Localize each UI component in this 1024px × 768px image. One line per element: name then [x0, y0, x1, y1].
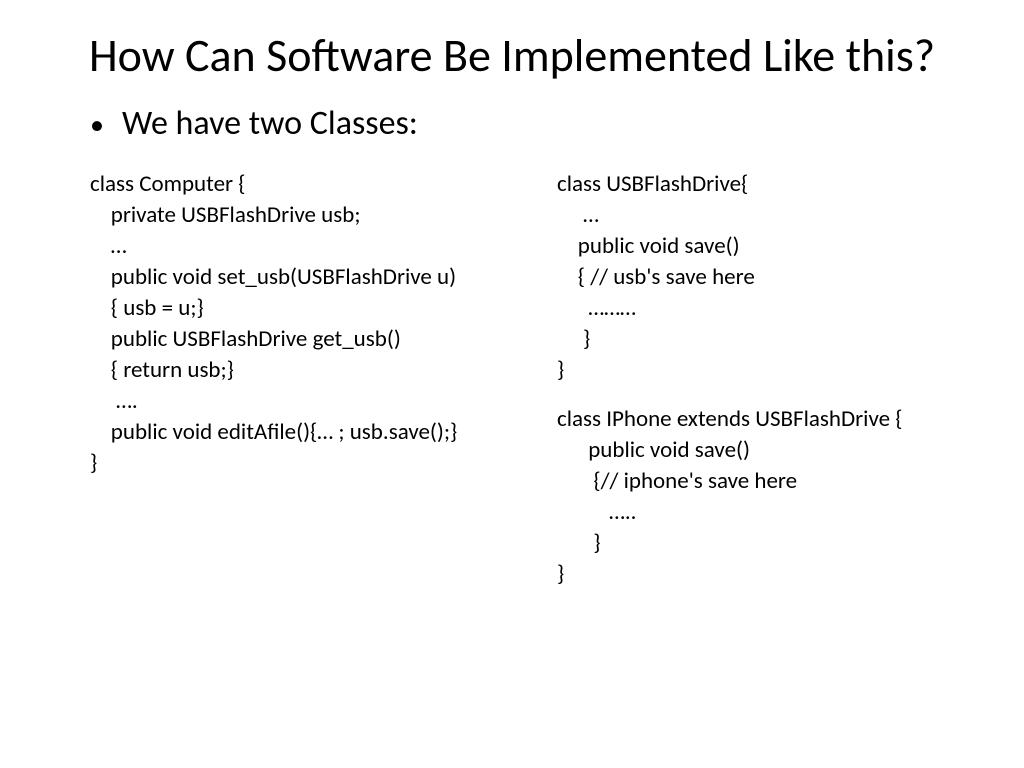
slide-title: How Can Software Be Implemented Like thi…: [60, 30, 964, 83]
right-column: class USBFlashDrive{ … public void save(…: [537, 169, 964, 591]
left-column: class Computer { private USBFlashDrive u…: [60, 169, 497, 591]
code-iphone-class: class IPhone extends USBFlashDrive { pub…: [557, 404, 964, 590]
content-columns: class Computer { private USBFlashDrive u…: [60, 169, 964, 591]
bullet-text: We have two Classes:: [122, 103, 418, 144]
code-usbflashdrive-class: class USBFlashDrive{ … public void save(…: [557, 169, 964, 386]
code-computer-class: class Computer { private USBFlashDrive u…: [90, 169, 497, 479]
bullet-item: We have two Classes:: [90, 103, 964, 144]
